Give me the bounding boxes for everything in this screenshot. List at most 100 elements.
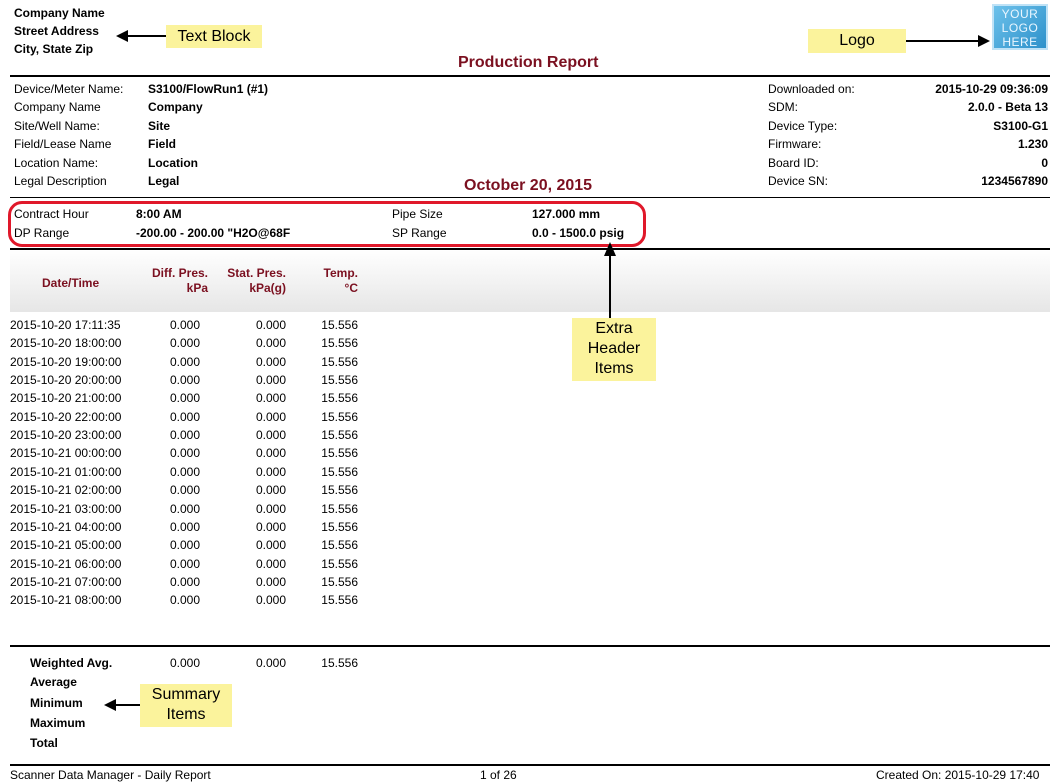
summary-stat-pres: 0.000	[255, 656, 286, 670]
summary-average-label: Average	[30, 675, 77, 689]
cell-diff-pres: 0.000	[169, 373, 200, 388]
footer-divider	[10, 764, 1050, 766]
summary-minimum-label: Minimum	[30, 696, 83, 710]
footer-report-name: Scanner Data Manager - Daily Report	[10, 768, 211, 782]
cell-diff-pres: 0.000	[169, 593, 200, 608]
info-row-device-type: Device Type: S3100-G1	[768, 117, 1048, 135]
cell-stat-pres: 0.000	[255, 318, 286, 332]
col-stat-pres-title: Stat. Pres.	[227, 266, 286, 280]
cell-temp: 15.556	[321, 428, 358, 443]
cell-temp: 15.556	[321, 501, 358, 516]
cell-datetime: 2015-10-21 03:00:00	[10, 501, 122, 516]
cell-diff-pres: 0.000	[169, 428, 200, 443]
cell-diff-pres: 0.000	[169, 409, 200, 424]
info-value: 1234567890	[981, 173, 1048, 188]
cell-stat-pres: 0.000	[255, 428, 286, 443]
info-row-company: Company Name Company	[14, 98, 203, 116]
cell-temp: 15.556	[321, 446, 358, 461]
cell-temp: 15.556	[321, 318, 358, 332]
col-diff-pres-header: Diff. Pres. kPa	[140, 266, 208, 296]
info-label: Location Name:	[14, 155, 99, 170]
cell-datetime: 2015-10-20 18:00:00	[10, 336, 122, 351]
cell-datetime: 2015-10-21 08:00:00	[10, 593, 122, 608]
download-info-block: Downloaded on: 2015-10-29 09:36:09 SDM: 2.…	[768, 80, 1048, 190]
cell-diff-pres: 0.000	[169, 483, 200, 498]
cell-datetime: 2015-10-21 04:00:00	[10, 519, 122, 534]
info-label: Firmware:	[768, 137, 822, 152]
cell-diff-pres: 0.000	[169, 519, 200, 534]
logo-line-1: YOUR	[1001, 7, 1039, 21]
cell-stat-pres: 0.000	[255, 593, 286, 608]
cell-diff-pres: 0.000	[169, 336, 200, 351]
cell-stat-pres: 0.000	[255, 501, 286, 516]
cell-diff-pres: 0.000	[169, 556, 200, 571]
info-value: S3100-G1	[993, 118, 1048, 133]
header-divider	[10, 75, 1050, 77]
col-temp-header: Temp. °C	[316, 266, 358, 296]
col-temp-title: Temp.	[323, 266, 358, 280]
summary-arrow	[114, 704, 140, 706]
summary-temp: 15.556	[321, 656, 358, 670]
cell-temp: 15.556	[321, 373, 358, 388]
extra-header-callout: Extra Header Items	[572, 318, 656, 381]
cell-stat-pres: 0.000	[255, 409, 286, 424]
cell-stat-pres: 0.000	[255, 446, 286, 461]
cell-datetime: 2015-10-20 17:11:35	[10, 318, 121, 332]
cell-datetime: 2015-10-21 01:00:00	[10, 464, 122, 479]
cell-temp: 15.556	[321, 336, 358, 351]
footer-page-number: 1 of 26	[480, 768, 517, 782]
cell-stat-pres: 0.000	[255, 336, 286, 351]
info-label: Field/Lease Name	[14, 137, 112, 152]
cell-temp: 15.556	[321, 391, 358, 406]
cell-datetime: 2015-10-20 20:00:00	[10, 373, 122, 388]
logo-arrowhead	[978, 35, 990, 47]
info-value: 2015-10-29 09:36:09	[935, 82, 1048, 96]
cell-stat-pres: 0.000	[255, 373, 286, 388]
col-stat-pres-unit: kPa(g)	[249, 281, 286, 295]
info-row-sdm: SDM: 2.0.0 - Beta 13	[768, 98, 1048, 116]
info-row-device: Device/Meter Name: S3100/FlowRun1 (#1)	[14, 80, 268, 98]
cell-datetime: 2015-10-20 23:00:00	[10, 428, 122, 443]
cell-datetime: 2015-10-21 00:00:00	[10, 446, 122, 461]
table-bottom-divider	[10, 645, 1050, 647]
info-row-board-id: Board ID: 0	[768, 154, 1048, 172]
info-row-site: Site/Well Name: Site	[14, 117, 170, 135]
cell-diff-pres: 0.000	[169, 391, 200, 406]
info-value: Company	[148, 100, 203, 115]
info-value: Legal	[148, 173, 180, 188]
text-block-arrow	[126, 35, 166, 37]
info-row-firmware: Firmware: 1.230	[768, 135, 1048, 153]
cell-datetime: 2015-10-21 07:00:00	[10, 574, 122, 589]
info-row-device-sn: Device SN: 1234567890	[768, 172, 1048, 190]
cell-diff-pres: 0.000	[169, 574, 200, 589]
cell-datetime: 2015-10-21 02:00:00	[10, 483, 122, 498]
cell-datetime: 2015-10-20 19:00:00	[10, 354, 122, 369]
report-date: October 20, 2015	[464, 177, 593, 194]
col-diff-pres-title: Diff. Pres.	[151, 266, 208, 280]
cell-diff-pres: 0.000	[169, 501, 200, 516]
logo-line-2: LOGO	[1001, 21, 1039, 35]
cell-stat-pres: 0.000	[255, 391, 286, 406]
cell-stat-pres: 0.000	[255, 574, 286, 589]
cell-temp: 15.556	[321, 519, 358, 534]
info-row-downloaded: Downloaded on: 2015-10-29 09:36:09	[768, 80, 1048, 98]
info-label: Company Name	[14, 100, 101, 115]
cell-diff-pres: 0.000	[169, 318, 200, 332]
summary-diff-pres: 0.000	[169, 656, 200, 670]
extra-header-callout-line-3: Items	[594, 360, 634, 377]
info-value: 2.0.0 - Beta 13	[967, 100, 1048, 115]
info-value: Location	[148, 155, 198, 170]
logo-line-3: HERE	[1002, 35, 1038, 49]
extra-header-highlight-ring	[8, 201, 646, 247]
info-label: SDM:	[768, 100, 798, 115]
info-value: 0	[1041, 155, 1048, 170]
info-value: Site	[148, 118, 171, 133]
info-label: Board ID:	[768, 155, 819, 170]
logo-arrow	[906, 40, 980, 42]
info-label: Device Type:	[768, 118, 838, 133]
cell-temp: 15.556	[321, 538, 358, 553]
cell-temp: 15.556	[321, 574, 358, 589]
info-label: Site/Well Name:	[14, 118, 100, 133]
col-datetime-header: Date/Time	[42, 276, 100, 290]
cell-temp: 15.556	[321, 556, 358, 571]
